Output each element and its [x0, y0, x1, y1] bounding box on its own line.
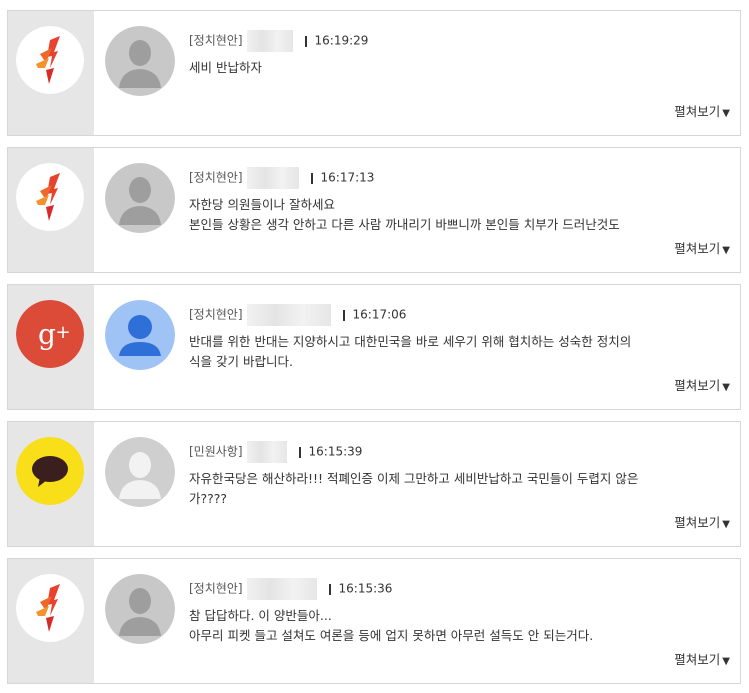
expand-label: 펼쳐보기: [674, 515, 721, 530]
comment-text: 참 답답하다. 이 양반들아... 아무리 피켓 들고 설쳐도 여론을 등에 업…: [189, 606, 734, 646]
party-logo-icon: [16, 163, 84, 231]
author-name-blurred: [246, 304, 331, 326]
chevron-down-icon: ▼: [722, 519, 730, 530]
comment-line: 본인들 상황은 생각 안하고 다른 사람 까내리기 바쁘니까 본인들 치부가 드…: [189, 217, 620, 232]
party-logo-icon: [16, 574, 84, 642]
expand-button[interactable]: 펼쳐보기 ▼: [674, 101, 730, 120]
separator: [342, 309, 345, 321]
separator: [328, 583, 331, 595]
comment-category: [정치현안]: [189, 170, 243, 185]
expand-label: 펼쳐보기: [674, 104, 721, 119]
comment-line: 참 답답하다. 이 양반들아...: [189, 608, 332, 623]
comment-category: [정치현안]: [189, 581, 243, 596]
separator: [298, 446, 301, 458]
comment-category: [정치현안]: [189, 33, 243, 48]
author-name-blurred: [246, 578, 317, 600]
comment-time: 16:15:39: [308, 444, 363, 459]
comment-meta: [정치현안] 16:17:13: [189, 167, 375, 189]
comment-line: 식을 갖기 바랍니다.: [189, 354, 293, 369]
default-avatar-icon: [105, 574, 175, 644]
comment-time: 16:15:36: [338, 581, 393, 596]
comment-meta: [정치현안] 16:19:29: [189, 30, 369, 52]
chevron-down-icon: ▼: [722, 245, 730, 256]
author-name-blurred: [246, 30, 293, 52]
expand-button[interactable]: 펼쳐보기 ▼: [674, 649, 730, 668]
default-avatar-icon: [105, 26, 175, 96]
comment-card: [정치현안] 16:15:36 참 답답하다. 이 양반들아... 아무리 피켓 …: [7, 558, 741, 684]
comment-meta: [정치현안] 16:17:06: [189, 304, 407, 326]
author-name-blurred: [246, 441, 287, 463]
comment-text: 세비 반납하자: [189, 58, 734, 78]
separator: [304, 35, 307, 47]
comment-time: 16:19:29: [314, 33, 369, 48]
comment-card: g + [정치현안] 16:17:06 반대를 위한 반대는 지양하시고 대한민국…: [7, 284, 741, 410]
comment-card: [민원사항] 16:15:39 자유한국당은 해산하라!!! 적폐인증 이제 그만…: [7, 421, 741, 547]
comment-card: [정치현안] 16:19:29 세비 반납하자 펼쳐보기 ▼: [7, 10, 741, 136]
expand-button[interactable]: 펼쳐보기 ▼: [674, 375, 730, 394]
chevron-down-icon: ▼: [722, 656, 730, 667]
comment-category: [민원사항]: [189, 444, 243, 459]
default-avatar-light-icon: [105, 437, 175, 507]
comment-line: 아무리 피켓 들고 설쳐도 여론을 등에 업지 못하면 아무런 설득도 안 되는…: [189, 628, 594, 643]
expand-button[interactable]: 펼쳐보기 ▼: [674, 512, 730, 531]
comment-card: [정치현안] 16:17:13 자한당 의원들이나 잘하세요 본인들 상황은 생각…: [7, 147, 741, 273]
separator: [310, 172, 313, 184]
comment-line: 자유한국당은 해산하라!!! 적폐인증 이제 그만하고 세비반납하고 국민들이 …: [189, 471, 639, 486]
kakao-icon: [16, 437, 84, 505]
comment-meta: [민원사항] 16:15:39: [189, 441, 363, 463]
chevron-down-icon: ▼: [722, 382, 730, 393]
svg-text:+: +: [55, 322, 70, 343]
google-avatar-icon: [105, 300, 175, 370]
expand-label: 펼쳐보기: [674, 378, 721, 393]
party-logo-icon: [16, 26, 84, 94]
expand-button[interactable]: 펼쳐보기 ▼: [674, 238, 730, 257]
comment-text: 자유한국당은 해산하라!!! 적폐인증 이제 그만하고 세비반납하고 국민들이 …: [189, 469, 734, 509]
comment-time: 16:17:13: [320, 170, 375, 185]
chevron-down-icon: ▼: [722, 108, 730, 119]
comment-category: [정치현안]: [189, 307, 243, 322]
svg-text:g: g: [38, 318, 56, 351]
comment-text: 반대를 위한 반대는 지양하시고 대한민국을 바로 세우기 위해 협치하는 성숙…: [189, 332, 734, 372]
google-plus-icon: g +: [16, 300, 84, 368]
comment-line: 자한당 의원들이나 잘하세요: [189, 197, 335, 212]
comment-line: 세비 반납하자: [189, 60, 262, 75]
author-name-blurred: [246, 167, 299, 189]
expand-label: 펼쳐보기: [674, 241, 721, 256]
comment-time: 16:17:06: [352, 307, 407, 322]
comment-meta: [정치현안] 16:15:36: [189, 578, 393, 600]
expand-label: 펼쳐보기: [674, 652, 721, 667]
comment-line: 가????: [189, 491, 228, 506]
default-avatar-icon: [105, 163, 175, 233]
comment-line: 반대를 위한 반대는 지양하시고 대한민국을 바로 세우기 위해 협치하는 성숙…: [189, 334, 632, 349]
comment-text: 자한당 의원들이나 잘하세요 본인들 상황은 생각 안하고 다른 사람 까내리기…: [189, 195, 734, 235]
